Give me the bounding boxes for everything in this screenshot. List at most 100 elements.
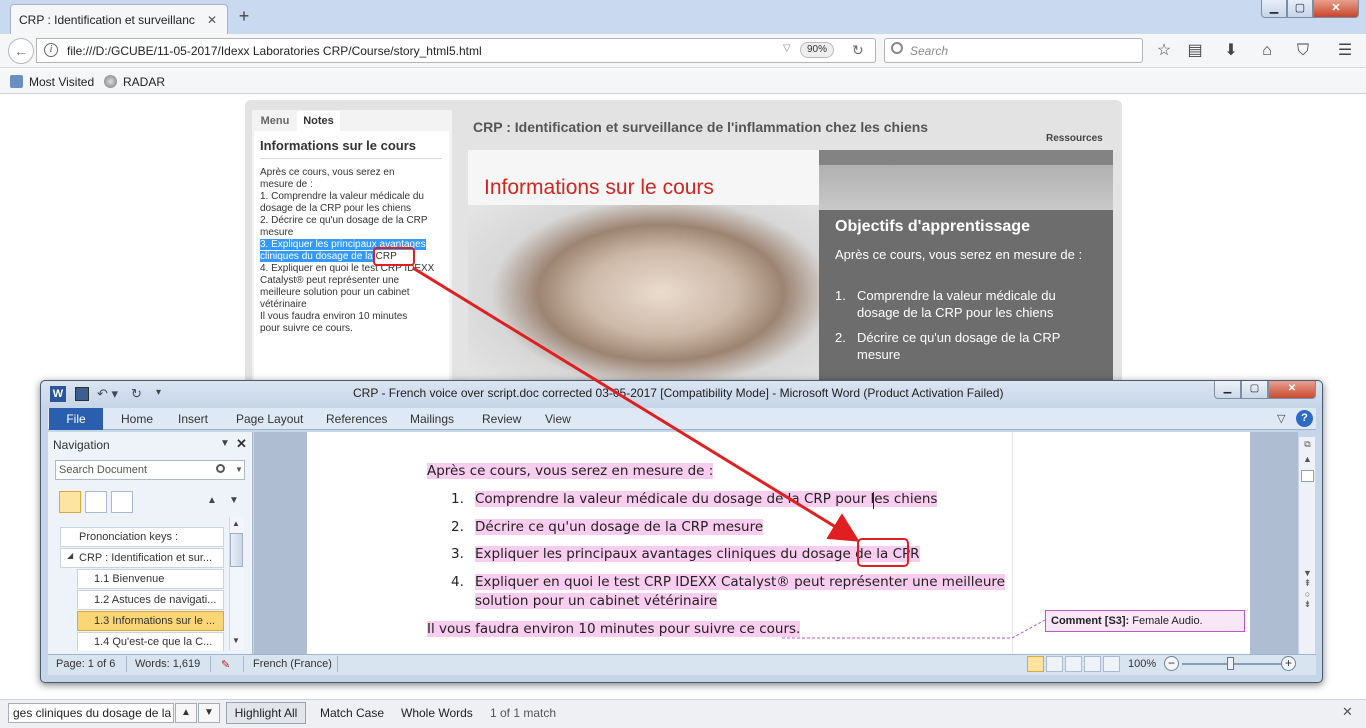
slide-objectives-list: 1. Comprendre la valeur médicale du dosag…: [835, 287, 1095, 371]
home-icon[interactable]: ⌂: [1256, 40, 1278, 62]
page-count[interactable]: Page: 1 of 6: [56, 658, 115, 670]
next-page-icon[interactable]: ⇟: [1299, 599, 1316, 610]
word-close-button[interactable]: ✕: [1268, 381, 1316, 399]
bookmark-star-icon[interactable]: ☆: [1153, 40, 1175, 62]
word-minimize-button[interactable]: ▁: [1214, 381, 1241, 399]
nav-scrollbar-thumb[interactable]: [230, 533, 243, 567]
help-icon[interactable]: ?: [1296, 410, 1313, 427]
window-maximize-button[interactable]: ▢: [1287, 0, 1313, 18]
bookmark-radar[interactable]: RADAR: [123, 75, 165, 89]
comment-balloon[interactable]: Comment [S3]: Female Audio.: [1045, 610, 1245, 632]
window-minimize-button[interactable]: ▁: [1261, 0, 1287, 18]
find-previous-icon[interactable]: ▲: [175, 703, 197, 723]
customize-toolbar-icon[interactable]: ▾: [156, 387, 161, 398]
scroll-thumb[interactable]: [1301, 470, 1314, 482]
nav-search-dropdown-icon[interactable]: ▼: [235, 465, 243, 474]
browse-object-icon[interactable]: ○: [1299, 589, 1316, 599]
tab-menu[interactable]: Menu: [254, 111, 296, 131]
nav-close-icon[interactable]: ✕: [236, 436, 247, 452]
previous-page-icon[interactable]: ⇞: [1299, 578, 1316, 589]
doc-list-item[interactable]: Comprendre la valeur médicale du dosage …: [475, 491, 938, 507]
redo-icon[interactable]: ↻: [131, 386, 142, 402]
tab-mailings[interactable]: Mailings: [410, 412, 454, 426]
tab-view[interactable]: View: [545, 412, 571, 426]
save-icon[interactable]: [75, 387, 89, 401]
undo-icon[interactable]: ↶ ▾: [97, 386, 118, 402]
tab-notes[interactable]: Notes: [297, 111, 340, 132]
highlight-all-toggle[interactable]: Highlight All: [226, 702, 306, 724]
scroll-down-icon[interactable]: ▼: [232, 636, 240, 645]
notes-line: mesure: [260, 227, 294, 238]
proofing-icon[interactable]: ✎: [221, 658, 230, 671]
doc-list-item-continued[interactable]: solution pour un cabinet vétérinaire: [475, 593, 718, 609]
zoom-indicator[interactable]: 90%: [800, 42, 834, 58]
nav-pages-view-button[interactable]: [85, 491, 107, 513]
new-tab-button[interactable]: +: [234, 6, 254, 26]
find-next-icon[interactable]: ▼: [198, 703, 220, 723]
nav-headings-view-button[interactable]: [59, 491, 81, 513]
draft-view-button[interactable]: [1103, 656, 1120, 672]
reading-list-icon[interactable]: ▤: [1184, 40, 1206, 62]
zoom-out-icon[interactable]: −: [1164, 656, 1179, 671]
url-dropdown-icon[interactable]: ▽: [783, 43, 791, 54]
nav-options-icon[interactable]: ▼: [220, 438, 230, 449]
comment-margin-line: [1012, 432, 1013, 654]
doc-list-item[interactable]: Expliquer les principaux avantages clini…: [475, 546, 920, 562]
nav-heading-item[interactable]: Prononciation keys :: [60, 527, 224, 547]
url-text: file:///D:/GCUBE/11-05-2017/Idexx Labora…: [67, 44, 482, 58]
language[interactable]: French (France): [253, 658, 332, 670]
full-screen-reading-button[interactable]: [1046, 656, 1063, 672]
tab-review[interactable]: Review: [482, 412, 521, 426]
bookmark-most-visited[interactable]: Most Visited: [29, 75, 94, 89]
zoom-level[interactable]: 100%: [1128, 658, 1156, 670]
nav-heading-item[interactable]: 1.1 Bienvenue: [77, 569, 224, 589]
print-layout-view-button[interactable]: [1027, 656, 1044, 672]
resources-link[interactable]: Ressources: [1046, 133, 1103, 144]
site-info-icon[interactable]: i: [44, 43, 58, 57]
tab-insert[interactable]: Insert: [178, 412, 208, 426]
word-app-icon[interactable]: W: [50, 386, 66, 402]
nav-heading-item[interactable]: CRP : Identification et sur...: [60, 548, 224, 568]
whole-words-toggle[interactable]: Whole Words: [401, 706, 473, 720]
reload-icon[interactable]: ↻: [852, 42, 864, 59]
tab-home[interactable]: Home: [121, 412, 153, 426]
ruler-toggle-icon[interactable]: ⧉: [1299, 439, 1316, 450]
zoom-in-icon[interactable]: +: [1281, 656, 1296, 671]
ribbon-expand-icon[interactable]: ▽: [1277, 412, 1285, 425]
nav-heading-item[interactable]: 1.4 Qu'est-ce que la C...: [77, 632, 224, 651]
back-arrow-icon[interactable]: ←: [8, 38, 34, 64]
collapse-triangle-icon[interactable]: ◢: [67, 551, 73, 560]
nav-results-view-button[interactable]: [111, 491, 133, 513]
tab-file[interactable]: File: [49, 408, 103, 430]
find-input[interactable]: ges cliniques du dosage de la: [8, 703, 174, 723]
pocket-icon[interactable]: ⛉: [1292, 40, 1314, 62]
nav-heading-item-selected[interactable]: 1.3 Informations sur le ...: [77, 611, 224, 631]
window-close-button[interactable]: ✕: [1313, 0, 1359, 18]
document-scrollbar[interactable]: ⧉ ▲ ▼ ⇞ ○ ⇟: [1298, 437, 1315, 654]
outline-view-button[interactable]: [1084, 656, 1101, 672]
tab-close-icon[interactable]: ✕: [205, 13, 219, 27]
web-layout-button[interactable]: [1065, 656, 1082, 672]
scroll-up-icon[interactable]: ▲: [1299, 454, 1316, 464]
zoom-slider-thumb[interactable]: [1227, 657, 1234, 670]
scroll-up-icon[interactable]: ▲: [232, 519, 240, 528]
word-maximize-button[interactable]: ▢: [1241, 381, 1268, 399]
doc-list-item[interactable]: Décrire ce qu'un dosage de la CRP mesure: [475, 519, 764, 535]
downloads-icon[interactable]: ⬇: [1220, 40, 1242, 62]
doc-intro[interactable]: Après ce cours, vous serez en mesure de …: [427, 463, 714, 479]
search-icon[interactable]: [216, 464, 225, 473]
browser-tab[interactable]: CRP : Identification et surveillanc ✕: [10, 4, 228, 34]
nav-next-icon[interactable]: ▼: [229, 495, 239, 506]
doc-list-item[interactable]: Expliquer en quoi le test CRP IDEXX Cata…: [475, 574, 1005, 590]
nav-previous-icon[interactable]: ▲: [207, 495, 217, 506]
tab-page-layout[interactable]: Page Layout: [236, 412, 303, 426]
menu-icon[interactable]: ☰: [1334, 40, 1356, 62]
word-count[interactable]: Words: 1,619: [135, 658, 200, 670]
nav-heading-list: Prononciation keys : CRP : Identificatio…: [56, 520, 228, 651]
tab-references[interactable]: References: [326, 412, 387, 426]
doc-closing[interactable]: Il vous faudra environ 10 minutes pour s…: [427, 621, 801, 637]
find-close-icon[interactable]: ✕: [1342, 704, 1353, 720]
scroll-down-icon[interactable]: ▼: [1299, 568, 1316, 578]
match-case-toggle[interactable]: Match Case: [320, 706, 384, 720]
nav-heading-item[interactable]: 1.2 Astuces de navigati...: [77, 590, 224, 610]
